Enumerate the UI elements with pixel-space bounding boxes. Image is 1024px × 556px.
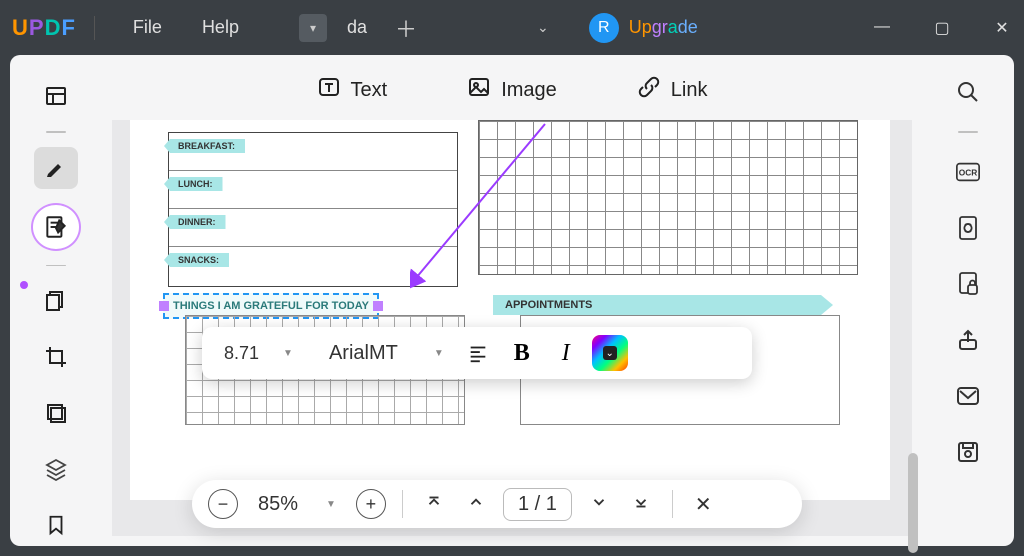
titlebar: UPDF File Help ▾ da ＋ ⌄ R Upgrade — ▢ ✕ <box>0 0 1024 55</box>
left-sidebar <box>10 55 102 546</box>
layers-icon[interactable] <box>34 448 78 490</box>
font-size-value[interactable]: 8.71 <box>216 343 267 364</box>
bookmark-icon[interactable] <box>34 504 78 546</box>
zoom-in-button[interactable]: + <box>356 489 386 519</box>
search-icon[interactable] <box>951 75 985 109</box>
zoom-out-button[interactable]: − <box>208 489 238 519</box>
top-toolbar: Text Image Link <box>102 55 922 115</box>
save-icon[interactable] <box>951 435 985 469</box>
highlighter-icon[interactable] <box>34 147 78 189</box>
tab-area: ▾ da ＋ ⌄ <box>299 12 549 44</box>
share-icon[interactable] <box>951 323 985 357</box>
menu-help[interactable]: Help <box>182 17 259 38</box>
color-picker-button[interactable]: ⌄ <box>592 335 628 371</box>
edit-pdf-icon[interactable] <box>31 203 81 251</box>
convert-icon[interactable] <box>951 211 985 245</box>
image-tool-label: Image <box>501 79 557 102</box>
thumbnails-icon[interactable] <box>34 75 78 117</box>
grateful-text: THINGS I AM GRATEFUL FOR TODAY <box>173 300 369 312</box>
italic-button[interactable]: I <box>548 335 584 371</box>
meal-tag-snacks: SNACKS: <box>164 253 229 267</box>
font-toolbar: 8.71 ▼ ArialMT ▼ B I ⌄ <box>202 327 752 379</box>
text-icon <box>317 75 341 105</box>
font-size-dropdown-icon[interactable]: ▼ <box>275 348 301 359</box>
last-page-button[interactable] <box>626 493 656 516</box>
divider <box>46 131 66 133</box>
text-tool-button[interactable]: Text <box>317 75 388 105</box>
appointments-tag: APPOINTMENTS <box>493 295 833 315</box>
footer-toolbar: − 85% ▼ + 1 / 1 ✕ <box>192 480 802 528</box>
meal-tag-lunch: LUNCH: <box>164 177 223 191</box>
document-page: BREAKFAST: LUNCH: DINNER: SNACKS: THINGS… <box>130 120 890 500</box>
next-page-button[interactable] <box>584 493 614 516</box>
watermark-icon[interactable] <box>34 392 78 434</box>
image-icon <box>467 75 491 105</box>
image-tool-button[interactable]: Image <box>467 75 557 105</box>
meal-tag-breakfast: BREAKFAST: <box>164 139 245 153</box>
menu-file[interactable]: File <box>113 17 182 38</box>
close-toolbar-button[interactable]: ✕ <box>689 492 718 517</box>
email-icon[interactable] <box>951 379 985 413</box>
upgrade-label: Upgrade <box>629 17 698 38</box>
grid-box <box>478 120 858 275</box>
sidebar-indicator-dot <box>20 281 28 289</box>
right-sidebar: OCR <box>922 55 1014 546</box>
maximize-button[interactable]: ▢ <box>932 18 952 38</box>
divider <box>672 490 673 518</box>
divider <box>94 16 95 40</box>
meal-tag-dinner: DINNER: <box>164 215 226 229</box>
crop-icon[interactable] <box>34 336 78 378</box>
ocr-icon[interactable]: OCR <box>951 155 985 189</box>
link-tool-label: Link <box>671 79 708 102</box>
font-family-value[interactable]: ArialMT <box>309 342 418 365</box>
new-tab-icon[interactable]: ＋ <box>395 12 417 44</box>
avatar[interactable]: R <box>589 13 619 43</box>
prev-page-button[interactable] <box>461 493 491 516</box>
tab-name[interactable]: da <box>347 17 367 38</box>
page-indicator[interactable]: 1 / 1 <box>503 488 572 521</box>
upgrade-area[interactable]: R Upgrade <box>589 13 698 43</box>
bold-button[interactable]: B <box>504 335 540 371</box>
link-tool-button[interactable]: Link <box>637 75 708 105</box>
link-icon <box>637 75 661 105</box>
svg-text:OCR: OCR <box>959 168 978 178</box>
chevron-down-icon: ⌄ <box>603 346 617 360</box>
text-tool-label: Text <box>351 79 388 102</box>
tab-dropdown-icon[interactable]: ▾ <box>299 14 327 42</box>
divider <box>958 131 978 133</box>
document-viewport[interactable]: BREAKFAST: LUNCH: DINNER: SNACKS: THINGS… <box>112 120 912 536</box>
protect-icon[interactable] <box>951 267 985 301</box>
tab-overflow-icon[interactable]: ⌄ <box>537 19 549 36</box>
app-logo: UPDF <box>12 15 76 41</box>
divider <box>402 490 403 518</box>
window-controls: — ▢ ✕ <box>872 18 1012 38</box>
selection-handle-left[interactable] <box>159 301 169 311</box>
vertical-scrollbar[interactable] <box>908 453 918 553</box>
meals-box: BREAKFAST: LUNCH: DINNER: SNACKS: <box>168 132 458 287</box>
selection-handle-right[interactable] <box>373 301 383 311</box>
document-center: Text Image Link BREAKFAST: LUNCH: DINNER… <box>102 55 922 546</box>
pages-icon[interactable] <box>34 280 78 322</box>
first-page-button[interactable] <box>419 493 449 516</box>
zoom-dropdown-icon[interactable]: ▼ <box>318 499 344 510</box>
divider <box>46 265 66 267</box>
minimize-button[interactable]: — <box>872 18 892 38</box>
main-area: Text Image Link BREAKFAST: LUNCH: DINNER… <box>10 55 1014 546</box>
zoom-value[interactable]: 85% <box>250 493 306 516</box>
close-button[interactable]: ✕ <box>992 18 1012 38</box>
font-family-dropdown-icon[interactable]: ▼ <box>426 348 452 359</box>
align-left-button[interactable] <box>460 335 496 371</box>
